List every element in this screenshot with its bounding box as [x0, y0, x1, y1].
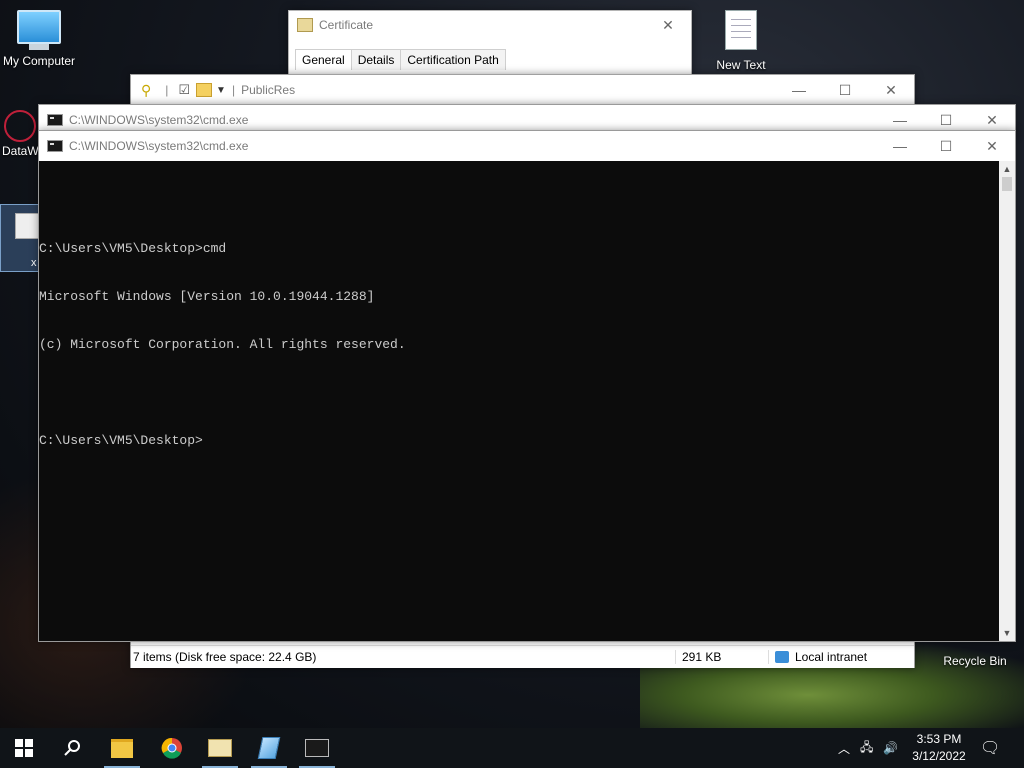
- desktop-icon-label: New Text: [716, 58, 766, 72]
- notepad-app-icon: [257, 737, 281, 759]
- taskbar: ︿ 🖧 🔊 3:53 PM 3/12/2022 🗨: [0, 728, 1024, 768]
- minimize-button[interactable]: —: [776, 75, 822, 105]
- desktop-icon-selected[interactable]: x: [0, 204, 42, 272]
- close-icon: ✕: [986, 111, 998, 128]
- desktop-icon-datawedge[interactable]: DataW: [0, 110, 40, 158]
- tab-certification-path[interactable]: Certification Path: [400, 49, 506, 70]
- console-line: C:\Users\VM5\Desktop>: [39, 433, 203, 448]
- taskbar-certificate[interactable]: [196, 728, 244, 768]
- certificate-titlebar[interactable]: Certificate ✕: [289, 11, 691, 39]
- desktop-icon-new-text[interactable]: New Text: [706, 10, 776, 72]
- minimize-button[interactable]: —: [877, 131, 923, 161]
- maximize-icon: ☐: [838, 81, 852, 98]
- start-button[interactable]: [0, 728, 48, 768]
- dropdown-icon[interactable]: ▼: [216, 85, 226, 96]
- properties-icon[interactable]: ☑: [178, 82, 190, 98]
- taskbar-notepad[interactable]: [245, 728, 293, 768]
- window-title: C:\WINDOWS\system32\cmd.exe: [69, 113, 249, 127]
- tab-general[interactable]: General: [295, 49, 352, 70]
- close-button[interactable]: ✕: [969, 131, 1015, 161]
- search-icon: [64, 740, 80, 756]
- status-bar: 7 items (Disk free space: 22.4 GB) 291 K…: [131, 645, 914, 668]
- desktop-icon-label: x: [31, 257, 37, 269]
- window-title: C:\WINDOWS\system32\cmd.exe: [69, 139, 249, 153]
- minimize-icon: —: [792, 82, 806, 98]
- certificate-tabs: General Details Certification Path: [289, 39, 691, 70]
- clock-date: 3/12/2022: [912, 749, 966, 763]
- vertical-scrollbar[interactable]: ▲ ▼: [999, 161, 1015, 641]
- divider: |: [231, 83, 236, 97]
- close-button[interactable]: ✕: [868, 75, 914, 105]
- explorer-titlebar[interactable]: ⚲ | ☑ ▼ | PublicRes — ☐ ✕: [131, 75, 914, 105]
- desktop-icon-my-computer[interactable]: My Computer: [0, 10, 78, 68]
- scroll-up-icon[interactable]: ▲: [999, 161, 1015, 177]
- close-icon: ✕: [986, 137, 998, 154]
- notification-icon: 🗨: [980, 740, 1001, 757]
- maximize-icon: ☐: [939, 137, 953, 154]
- taskbar-cmd[interactable]: [293, 728, 341, 768]
- intranet-icon: [775, 651, 789, 663]
- console-line: Microsoft Windows [Version 10.0.19044.12…: [39, 289, 375, 304]
- cmd-icon: [47, 114, 63, 126]
- console-output[interactable]: C:\Users\VM5\Desktop>cmd Microsoft Windo…: [39, 161, 999, 641]
- volume-icon[interactable]: 🔊: [883, 741, 898, 755]
- clock[interactable]: 3:53 PM 3/12/2022: [904, 731, 974, 765]
- datawedge-icon: [4, 110, 36, 142]
- cmd-window: C:\WINDOWS\system32\cmd.exe — ☐ ✕ C:\Use…: [38, 130, 1016, 642]
- minimize-icon: —: [893, 138, 907, 154]
- text-document-icon: [725, 10, 757, 50]
- zone-label: Local intranet: [795, 650, 868, 664]
- clock-time: 3:53 PM: [916, 732, 962, 746]
- start-icon: [15, 739, 33, 757]
- file-explorer-icon: [111, 738, 133, 758]
- close-icon: ✕: [885, 81, 897, 98]
- status-size: 291 KB: [675, 650, 768, 664]
- certificate-window: Certificate ✕ General Details Certificatio…: [288, 10, 692, 76]
- maximize-button[interactable]: ☐: [822, 75, 868, 105]
- desktop-icon-label: DataW: [2, 144, 39, 158]
- chrome-icon: [161, 737, 182, 759]
- system-tray: ︿ 🖧 🔊: [838, 728, 898, 768]
- cmd-app-icon: [305, 739, 329, 757]
- certificate-app-icon: [208, 739, 232, 757]
- network-icon[interactable]: 🖧: [860, 738, 873, 759]
- console-line: (c) Microsoft Corporation. All rights re…: [39, 337, 406, 352]
- cmd-titlebar[interactable]: C:\WINDOWS\system32\cmd.exe — ☐ ✕: [39, 131, 1015, 161]
- cmd-icon: [47, 140, 63, 152]
- status-zone: Local intranet: [768, 650, 867, 664]
- taskbar-chrome[interactable]: [148, 728, 196, 768]
- minimize-icon: —: [893, 112, 907, 128]
- pin-icon: ⚲: [141, 81, 152, 98]
- close-icon: ✕: [662, 16, 674, 33]
- search-button[interactable]: [48, 728, 96, 768]
- desktop-icon-label: My Computer: [2, 54, 76, 68]
- window-title: Certificate: [319, 18, 374, 32]
- computer-icon: [17, 10, 61, 50]
- chevron-up-icon[interactable]: ︿: [838, 740, 850, 757]
- scroll-down-icon[interactable]: ▼: [999, 625, 1015, 641]
- divider: |: [165, 83, 169, 97]
- folder-icon[interactable]: [196, 83, 213, 97]
- window-title: PublicRes: [241, 83, 296, 97]
- maximize-icon: ☐: [939, 111, 953, 128]
- status-items: 7 items (Disk free space: 22.4 GB): [133, 650, 317, 664]
- certificate-icon: [297, 18, 313, 32]
- console-line: C:\Users\VM5\Desktop>cmd: [39, 241, 227, 256]
- close-button[interactable]: ✕: [645, 10, 691, 40]
- desktop-icon-label: Recycle Bin: [943, 654, 1007, 668]
- scroll-thumb[interactable]: [1002, 177, 1012, 191]
- notification-button[interactable]: 🗨: [980, 738, 1000, 758]
- tab-details[interactable]: Details: [350, 49, 402, 70]
- maximize-button[interactable]: ☐: [923, 131, 969, 161]
- taskbar-file-explorer[interactable]: [98, 728, 146, 768]
